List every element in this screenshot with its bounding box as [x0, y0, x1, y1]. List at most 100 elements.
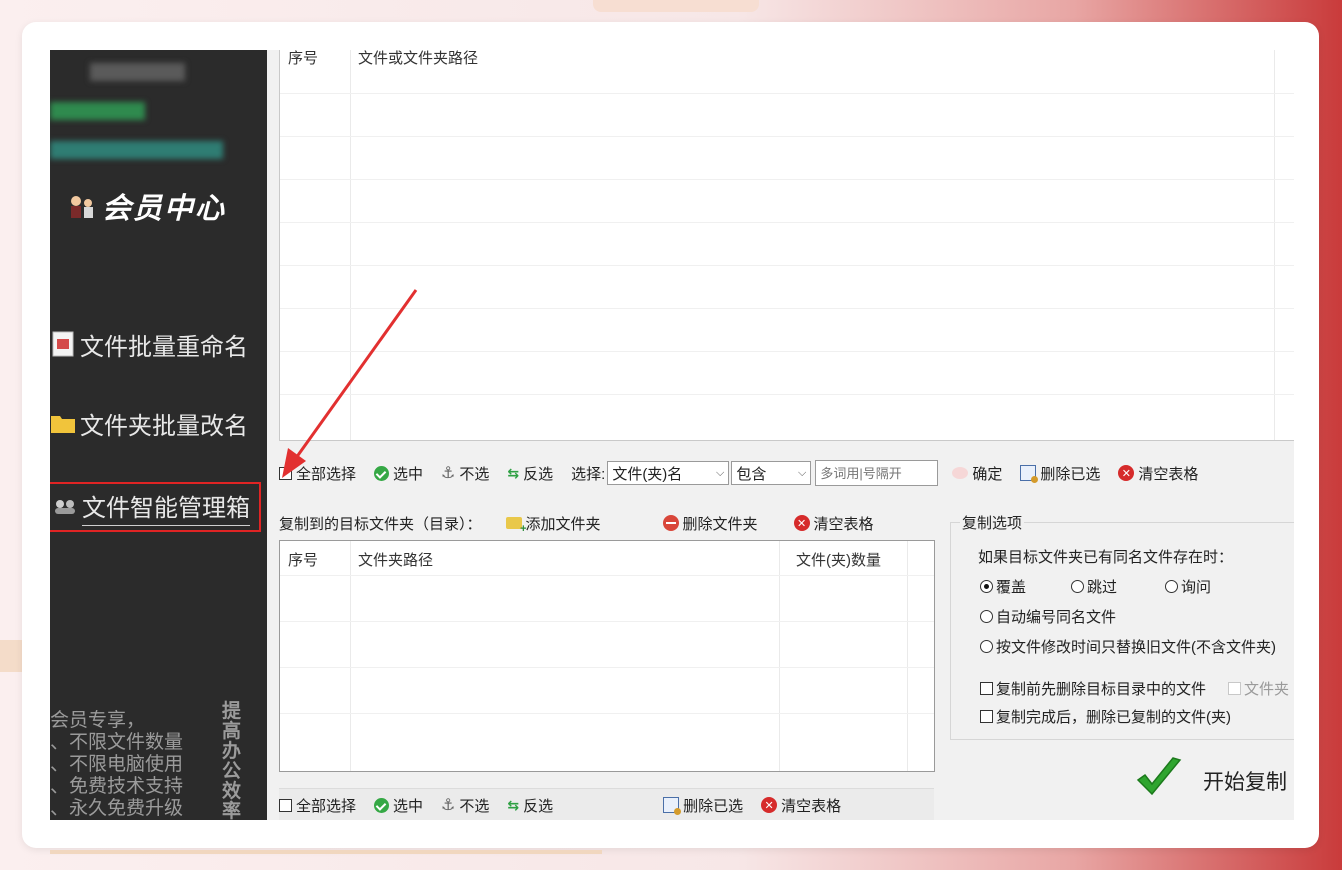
column-header-folder-path[interactable]: 文件夹路径 [358, 549, 433, 570]
overwrite-radio[interactable]: 覆盖 [980, 576, 1026, 597]
delete-folder-button[interactable]: 删除文件夹 [662, 513, 758, 534]
delete-selected-icon [663, 797, 682, 815]
confirm-button[interactable]: 确定 [952, 463, 1002, 484]
deselect-button[interactable]: ⚓ 不选 [441, 463, 489, 484]
deselect-label: 不选 [459, 465, 490, 483]
clear-table-label: 清空表格 [1138, 465, 1199, 483]
delete-selected-label: 删除已选 [683, 797, 744, 815]
promo-line: 、免费技术支持 [50, 776, 184, 797]
minus-circle-icon [662, 515, 679, 531]
checkbox-icon [1228, 682, 1241, 695]
start-copy-button[interactable]: 开始复制 [1135, 756, 1287, 806]
clear-table-label: 清空表格 [781, 797, 842, 815]
column-divider [350, 50, 351, 440]
blurred-account-line [50, 102, 145, 120]
overwrite-label: 覆盖 [996, 579, 1027, 596]
select-all-label: 全部选择 [296, 465, 357, 483]
column-header-count[interactable]: 文件(夹)数量 [796, 549, 881, 570]
delete-selected-button[interactable]: 删除已选 [1020, 463, 1100, 484]
match-mode-dropdown[interactable]: 包含 ⌵ [731, 461, 812, 485]
row-divider [280, 351, 1294, 352]
clear-table-button[interactable]: ✕ 清空表格 [761, 795, 841, 816]
column-header-index[interactable]: 序号 [288, 549, 318, 570]
delete-before-label: 复制前先删除目标目录中的文件 [996, 681, 1207, 698]
keyword-input[interactable] [815, 460, 939, 486]
sidebar: 会员中心 文件批量重命名 文件夹批量改名 文件智能管理箱 会员专享， 、不限文件… [50, 50, 267, 820]
delete-selected-icon [1020, 465, 1039, 483]
promo-line: 、不限电脑使用 [50, 754, 184, 775]
row-divider [280, 621, 934, 622]
target-folder-row: 复制到的目标文件夹（目录）： 添加文件夹 删除文件夹 ✕清空表格 [279, 510, 892, 536]
select-button[interactable]: 选中 [374, 463, 423, 484]
document-icon [50, 330, 76, 358]
column-divider [1274, 50, 1275, 440]
auto-number-radio[interactable]: 自动编号同名文件 [980, 606, 1116, 627]
add-folder-button[interactable]: 添加文件夹 [505, 513, 601, 535]
deselect-button[interactable]: ⚓ 不选 [441, 795, 489, 816]
clear-target-table-button[interactable]: ✕ 清空表格 [793, 513, 874, 534]
row-divider [280, 713, 934, 714]
delete-before-checkbox[interactable]: 复制前先删除目标目录中的文件 [980, 678, 1206, 699]
main-panel: 序号 文件或文件夹路径 全部选择 选中 ⚓ 不选 ⇆ 反选 选择: 文件(夹)名 ⌵ … [267, 50, 1294, 820]
delete-folder-label: 删除文件夹 [682, 515, 758, 533]
card-underline [50, 850, 602, 854]
select-label: 选中 [393, 465, 424, 483]
skip-label: 跳过 [1087, 579, 1118, 596]
check-circle-icon [374, 797, 390, 813]
invert-label: 反选 [523, 465, 554, 483]
deselect-label: 不选 [459, 797, 490, 815]
checkbox-icon [980, 710, 993, 723]
radio-selected-icon [980, 580, 993, 593]
nav-smart-file-manager[interactable]: 文件智能管理箱 [50, 482, 261, 532]
nav-batch-rename-folders[interactable]: 文件夹批量改名 [50, 403, 248, 443]
app-window: 会员中心 文件批量重命名 文件夹批量改名 文件智能管理箱 会员专享， 、不限文件… [50, 50, 1294, 820]
target-folder-table[interactable]: 序号 文件夹路径 文件(夹)数量 [279, 540, 935, 772]
select-all-checkbox[interactable]: 全部选择 [279, 795, 356, 816]
promo-line: 、不限文件数量 [50, 732, 184, 753]
folder-option-checkbox[interactable]: 文件夹 [1228, 678, 1289, 699]
source-file-table[interactable]: 序号 文件或文件夹路径 [279, 50, 1294, 441]
invert-icon: ⇆ [507, 464, 520, 481]
clear-table-button[interactable]: ✕ 清空表格 [1118, 463, 1198, 484]
people-icon [52, 493, 78, 521]
column-header-index[interactable]: 序号 [288, 50, 318, 68]
auto-number-label: 自动编号同名文件 [996, 609, 1117, 626]
anchor-icon: ⚓ [441, 797, 456, 814]
delete-after-checkbox[interactable]: 复制完成后，删除已复制的文件(夹) [980, 706, 1231, 727]
replace-by-time-label: 按文件修改时间只替换旧文件(不含文件夹) [996, 639, 1276, 656]
member-center-button[interactable]: 会员中心 [68, 185, 226, 227]
promo-line: 会员专享， [50, 710, 146, 731]
delete-after-label: 复制完成后，删除已复制的文件(夹) [996, 709, 1231, 726]
promo-vertical-text: 提高办公效率 [222, 701, 242, 821]
copy-options-group: 复制选项 如果目标文件夹已有同名文件存在时： 覆盖 跳过 询问 自动编号同名文件… [950, 510, 1294, 740]
chevron-down-icon: ⌵ [715, 466, 725, 479]
add-folder-icon [505, 517, 527, 535]
member-avatar-icon [68, 192, 96, 220]
radio-icon [1165, 580, 1178, 593]
confirm-icon [952, 467, 969, 479]
ask-radio[interactable]: 询问 [1165, 576, 1211, 597]
invert-icon: ⇆ [507, 796, 520, 813]
folder-icon [50, 409, 76, 437]
nav-batch-rename-files[interactable]: 文件批量重命名 [50, 324, 248, 364]
blurred-username [90, 63, 185, 81]
radio-icon [980, 610, 993, 623]
folder-option-label: 文件夹 [1244, 681, 1290, 698]
select-all-checkbox[interactable]: 全部选择 [279, 463, 356, 484]
column-header-path[interactable]: 文件或文件夹路径 [358, 50, 478, 68]
invert-button[interactable]: ⇆ 反选 [507, 795, 553, 816]
close-icon: ✕ [1118, 465, 1135, 481]
nav-label: 文件夹批量改名 [80, 412, 248, 440]
top-decor-tab [593, 0, 759, 12]
invert-button[interactable]: ⇆ 反选 [507, 463, 553, 484]
delete-selected-button[interactable]: 删除已选 [663, 795, 743, 816]
add-folder-label: 添加文件夹 [525, 515, 601, 533]
select-by-dropdown[interactable]: 文件(夹)名 ⌵ [607, 461, 730, 485]
anchor-icon: ⚓ [441, 465, 456, 482]
skip-radio[interactable]: 跳过 [1071, 576, 1117, 597]
select-button[interactable]: 选中 [374, 795, 423, 816]
replace-by-time-radio[interactable]: 按文件修改时间只替换旧文件(不含文件夹) [980, 636, 1276, 657]
row-divider [280, 394, 1294, 395]
promo-line: 、永久免费升级 [50, 798, 184, 819]
radio-icon [980, 640, 993, 653]
